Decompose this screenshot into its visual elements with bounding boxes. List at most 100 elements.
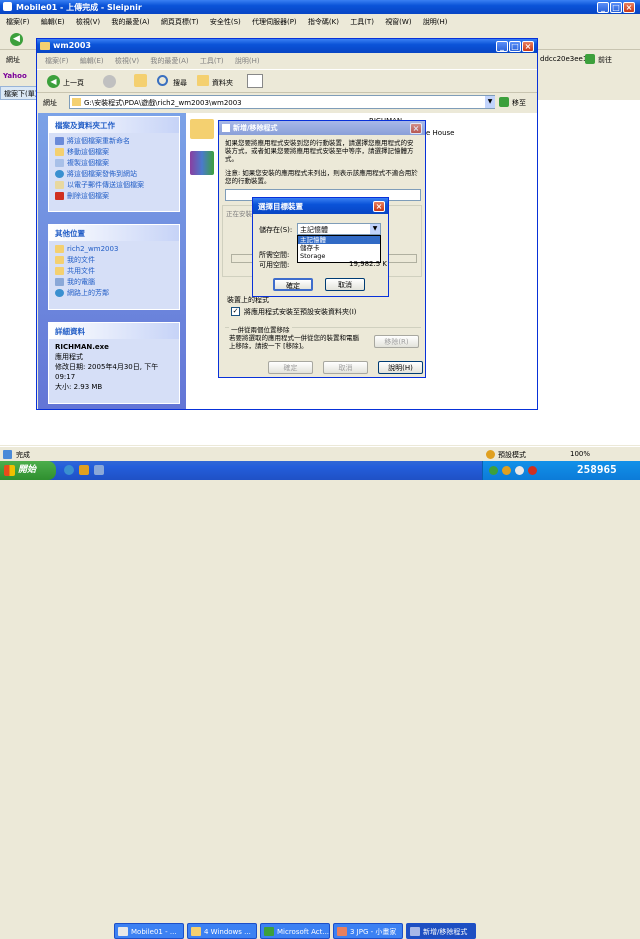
task-email[interactable]: 以電子郵件傳送這個檔案 — [55, 180, 173, 191]
explorer-back-icon[interactable]: ◀ — [47, 75, 60, 88]
task-paint[interactable]: 3 JPG - 小畫家 — [333, 923, 403, 939]
quicklaunch-app-icon[interactable] — [79, 465, 89, 475]
views-icon[interactable] — [247, 74, 263, 88]
browser-menu-script[interactable]: 指令碼(K) — [308, 18, 339, 26]
browser-menu-tools[interactable]: 工具(T) — [350, 18, 374, 26]
explorer-back-label[interactable]: 上一頁 — [63, 78, 84, 88]
select-dialog-close-button[interactable]: × — [373, 201, 385, 212]
browser-go-label[interactable]: 前往 — [598, 55, 612, 65]
browser-menu-security[interactable]: 安全性(S) — [210, 18, 241, 26]
tray-icon-1[interactable] — [489, 466, 498, 475]
explorer-toolbar: ◀ 上一頁 搜尋 資料夾 — [37, 69, 537, 93]
task-windows-label: 4 Windows ... — [204, 928, 251, 936]
install-cancel-button[interactable]: 取消 — [323, 361, 368, 374]
task-mobile01[interactable]: Mobile01 - ... — [114, 923, 184, 939]
explorer-maximize-button[interactable]: □ — [509, 41, 521, 52]
task-move[interactable]: 移動這個檔案 — [55, 147, 173, 158]
place-network[interactable]: 網路上的芳鄰 — [55, 288, 173, 299]
go-arrow-icon[interactable] — [585, 54, 595, 64]
explorer-menu-file[interactable]: 檔案(F) — [45, 57, 69, 65]
default-folder-checkbox-label: 將應用程式安裝至預設安裝資料夾(I) — [244, 308, 357, 316]
system-tray: 258965 — [482, 461, 640, 480]
storage-option-main[interactable]: 主記憶體 — [298, 236, 380, 244]
task-add-remove[interactable]: 新增/移除程式 — [406, 923, 476, 939]
folder-file-icon[interactable] — [190, 119, 214, 139]
search-icon[interactable] — [157, 75, 168, 86]
maximize-button[interactable]: □ — [610, 2, 622, 13]
explorer-title-bar: wm2003 _ □ × — [37, 39, 537, 53]
details-type: 應用程式 — [55, 353, 83, 361]
place-rich2[interactable]: rich2_wm2003 — [55, 244, 173, 255]
browser-menu-proxy[interactable]: 代理伺服器(P) — [252, 18, 297, 26]
place-my-computer-label: 我的電腦 — [67, 278, 95, 286]
task-email-label: 以電子郵件傳送這個檔案 — [67, 181, 144, 189]
url-fragment[interactable]: ddcc20e3ee17 — [540, 55, 592, 63]
browser-menu-edit[interactable]: 編輯(E) — [41, 18, 65, 26]
task-copy[interactable]: 複製這個檔案 — [55, 158, 173, 169]
remove-section-label: 一併從兩個位置移除 — [229, 324, 292, 334]
start-label: 開始 — [18, 465, 37, 475]
place-my-documents[interactable]: 我的文件 — [55, 255, 173, 266]
explorer-search-label[interactable]: 搜尋 — [173, 78, 187, 88]
tray-icon-3[interactable] — [515, 466, 524, 475]
explorer-menu-favorites[interactable]: 我的最愛(A) — [150, 57, 188, 65]
task-add-remove-icon — [410, 927, 420, 936]
explorer-folders-label[interactable]: 資料夾 — [212, 78, 233, 88]
network-icon — [55, 289, 64, 297]
tray-icon-4[interactable] — [528, 466, 537, 475]
back-arrow-icon[interactable]: ◀ — [10, 33, 23, 46]
task-rename[interactable]: 將這個檔案重新命名 — [55, 136, 173, 147]
explorer-go-label[interactable]: 移至 — [512, 98, 526, 108]
storage-select[interactable]: 主記憶體 ▼ — [297, 223, 381, 235]
address-field[interactable]: G:\安裝程式\PDA\遊戲\rich2_wm2003\wm2003 — [69, 95, 495, 109]
yahoo-fav-link[interactable]: Yahoo — [3, 72, 27, 80]
browser-menu-help[interactable]: 說明(H) — [423, 18, 448, 26]
explorer-menu-edit[interactable]: 編輯(E) — [80, 57, 104, 65]
task-publish[interactable]: 將這個檔案發佈到網站 — [55, 169, 173, 180]
install-help-button[interactable]: 說明(H) — [378, 361, 423, 374]
task-delete[interactable]: 刪除這個檔案 — [55, 191, 173, 202]
explorer-menu-tools[interactable]: 工具(T) — [200, 57, 224, 65]
details-title[interactable]: 詳細資料 — [49, 323, 179, 339]
remove-button[interactable]: 移除(R) — [374, 335, 419, 348]
browser-menu-file[interactable]: 檔案(F) — [6, 18, 30, 26]
up-folder-icon[interactable] — [134, 74, 147, 87]
zoom-level[interactable]: 100% — [570, 450, 590, 458]
address-dropdown-icon[interactable]: ▼ — [485, 96, 495, 108]
forward-icon[interactable] — [103, 75, 116, 88]
explorer-menu-view[interactable]: 檢視(V) — [115, 57, 139, 65]
place-my-computer[interactable]: 我的電腦 — [55, 277, 173, 288]
select-dialog-title-bar: 選擇目標裝置 × — [253, 198, 388, 214]
folders-icon[interactable] — [197, 75, 209, 86]
task-windows[interactable]: 4 Windows ... — [187, 923, 257, 939]
browser-menu-favorites[interactable]: 我的最愛(A) — [111, 18, 149, 26]
browser-menu-window[interactable]: 視窗(W) — [385, 18, 411, 26]
quicklaunch-desktop-icon[interactable] — [94, 465, 104, 475]
explorer-close-button[interactable]: × — [522, 41, 534, 52]
storage-option-card[interactable]: 儲存卡 — [298, 244, 380, 252]
explorer-menu-help[interactable]: 說明(H) — [235, 57, 260, 65]
rar-file-icon[interactable] — [190, 151, 214, 175]
tray-icon-2[interactable] — [502, 466, 511, 475]
start-button[interactable]: 開始 — [0, 461, 56, 480]
quicklaunch-ie-icon[interactable] — [64, 465, 74, 475]
explorer-minimize-button[interactable]: _ — [496, 41, 508, 52]
minimize-button[interactable]: _ — [597, 2, 609, 13]
browser-tab[interactable]: 檔案下(單) — [4, 89, 37, 99]
browser-menu-view[interactable]: 檢視(V) — [76, 18, 100, 26]
file-label-house[interactable]: e House — [426, 129, 454, 137]
place-shared-documents[interactable]: 共用文件 — [55, 266, 173, 277]
select-ok-button[interactable]: 確定 — [273, 278, 313, 291]
install-dialog-close-button[interactable]: × — [410, 123, 422, 134]
chevron-down-icon[interactable]: ▼ — [370, 224, 380, 234]
explorer-go-icon[interactable] — [499, 97, 509, 107]
storage-option-storage[interactable]: Storage — [298, 252, 380, 260]
select-cancel-button[interactable]: 取消 — [325, 278, 365, 291]
task-activesync[interactable]: Microsoft Act... — [260, 923, 330, 939]
file-tasks-title[interactable]: 檔案及資料夾工作 — [49, 117, 179, 133]
default-folder-checkbox[interactable]: ✓ — [231, 307, 240, 316]
browser-menu-tabs[interactable]: 網頁頁標(T) — [161, 18, 199, 26]
other-places-title[interactable]: 其他位置 — [49, 225, 179, 241]
install-ok-button[interactable]: 確定 — [268, 361, 313, 374]
close-button[interactable]: × — [623, 2, 635, 13]
